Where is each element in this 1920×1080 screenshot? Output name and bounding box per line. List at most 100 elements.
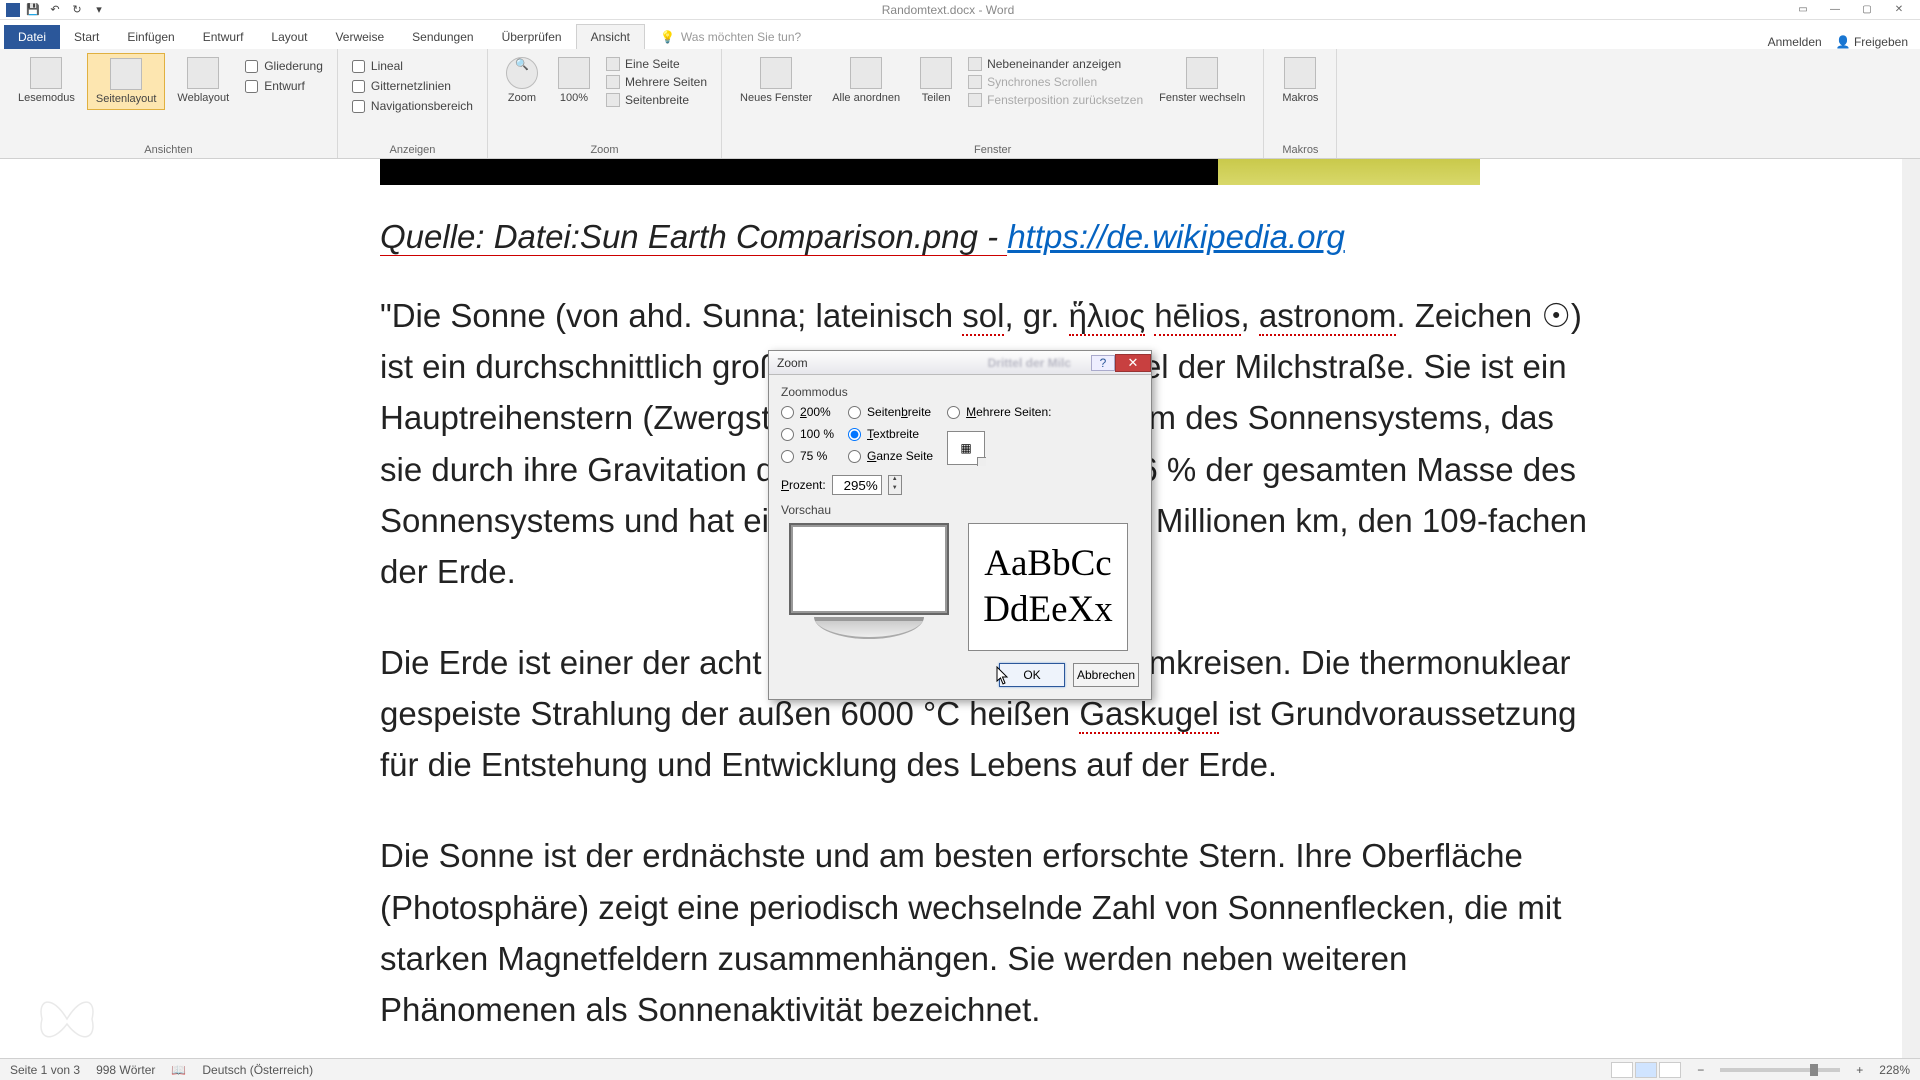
many-pages-picker[interactable]: ▦ [947, 431, 985, 465]
spinner-down-icon[interactable]: ▼ [889, 485, 901, 494]
view-print-icon[interactable] [1635, 1062, 1657, 1078]
macros-icon [1284, 57, 1316, 89]
redo-icon[interactable]: ↻ [68, 1, 86, 19]
close-icon[interactable]: ✕ [1884, 1, 1914, 19]
sync-scroll-icon [968, 75, 982, 89]
save-icon[interactable]: 💾 [24, 1, 42, 19]
read-mode-icon [30, 57, 62, 89]
view-web-icon[interactable] [1659, 1062, 1681, 1078]
one-page-icon [606, 57, 620, 71]
quick-access-toolbar: 💾 ↶ ↻ ▾ [0, 1, 108, 19]
qat-more-icon[interactable]: ▾ [90, 1, 108, 19]
status-language[interactable]: Deutsch (Österreich) [202, 1063, 313, 1077]
group-views-label: Ansichten [10, 142, 327, 156]
share-button[interactable]: 👤 Freigeben [1836, 35, 1908, 49]
dialog-titlebar[interactable]: Zoom Drittel der Milc ? ✕ [769, 351, 1151, 375]
tab-insert[interactable]: Einfügen [113, 25, 188, 49]
cancel-button[interactable]: Abbrechen [1073, 663, 1139, 687]
title-bar: 💾 ↶ ↻ ▾ Randomtext.docx - Word ▭ — ▢ ✕ [0, 0, 1920, 20]
split-icon [920, 57, 952, 89]
dialog-close-icon[interactable]: ✕ [1115, 354, 1151, 372]
status-bar: Seite 1 von 3 998 Wörter 📖 Deutsch (Öste… [0, 1058, 1920, 1080]
embedded-image[interactable] [380, 159, 1480, 185]
image-yellow-region [1218, 159, 1480, 185]
navpane-check[interactable]: Navigationsbereich [352, 99, 473, 113]
maximize-icon[interactable]: ▢ [1852, 1, 1882, 19]
percent-spinner[interactable]: ▲▼ [888, 475, 902, 495]
read-mode-button[interactable]: Lesemodus [10, 53, 83, 108]
group-macros-label: Makros [1274, 142, 1326, 156]
word-icon [6, 3, 20, 17]
status-spellcheck-icon[interactable]: 📖 [171, 1063, 186, 1077]
one-page-button[interactable]: Eine Seite [606, 57, 707, 71]
tab-design[interactable]: Entwurf [189, 25, 258, 49]
minimize-icon[interactable]: — [1820, 1, 1850, 19]
print-layout-button[interactable]: Seitenlayout [87, 53, 166, 110]
wikipedia-link-1[interactable]: https://de.wikipedia.org [1007, 218, 1345, 255]
web-layout-icon [187, 57, 219, 89]
percent-input[interactable] [832, 475, 882, 495]
undo-icon[interactable]: ↶ [46, 1, 64, 19]
radio-200[interactable]: 200% [781, 405, 834, 419]
multi-pages-button[interactable]: Mehrere Seiten [606, 75, 707, 89]
radio-whole-page[interactable]: Ganze Seite [848, 449, 933, 463]
split-button[interactable]: Teilen [912, 53, 960, 108]
radio-75[interactable]: 75 % [781, 449, 834, 463]
tab-start[interactable]: Start [60, 25, 113, 49]
dialog-help-icon[interactable]: ? [1091, 355, 1115, 371]
percent-label: Prozent: [781, 478, 826, 492]
image-black-region [380, 159, 1218, 185]
zoom-100-button[interactable]: 100% [550, 53, 598, 108]
page-width-button[interactable]: Seitenbreite [606, 93, 707, 107]
monitor-stand-icon [814, 617, 924, 639]
status-zoom[interactable]: 228% [1879, 1063, 1910, 1077]
group-views: Lesemodus Seitenlayout Weblayout Glieder… [0, 49, 338, 158]
ok-button[interactable]: OK [999, 663, 1065, 687]
tab-mailings[interactable]: Sendungen [398, 25, 487, 49]
switch-windows-button[interactable]: Fenster wechseln [1151, 53, 1253, 108]
outline-check[interactable]: Gliederung [245, 59, 323, 73]
preview-label: Vorschau [781, 503, 1139, 517]
status-page[interactable]: Seite 1 von 3 [10, 1063, 80, 1077]
reset-window-button: Fensterposition zurücksetzen [968, 93, 1143, 107]
tab-file[interactable]: Datei [4, 25, 60, 49]
tab-view[interactable]: Ansicht [576, 24, 645, 49]
status-words[interactable]: 998 Wörter [96, 1063, 155, 1077]
arrange-all-button[interactable]: Alle anordnen [824, 53, 908, 108]
new-window-button[interactable]: Neues Fenster [732, 53, 820, 108]
radio-page-width[interactable]: Seitenbreite [848, 405, 933, 419]
group-window: Neues Fenster Alle anordnen Teilen Neben… [722, 49, 1264, 158]
zoom-slider-thumb[interactable] [1810, 1064, 1818, 1076]
sample-text-box: AaBbCcDdEeXx [968, 523, 1128, 651]
zoom-out-icon[interactable]: − [1697, 1063, 1704, 1077]
radio-many-pages[interactable]: Mehrere Seiten: [947, 405, 1051, 419]
tell-me-search[interactable]: 💡 Was möchten Sie tun? [655, 25, 806, 49]
ribbon-options-icon[interactable]: ▭ [1788, 1, 1818, 19]
side-by-side-icon [968, 57, 982, 71]
tab-review[interactable]: Überprüfen [488, 25, 576, 49]
zoom-button[interactable]: 🔍Zoom [498, 53, 546, 108]
vertical-scrollbar[interactable] [1902, 159, 1920, 1058]
tab-references[interactable]: Verweise [321, 25, 398, 49]
ribbon: Lesemodus Seitenlayout Weblayout Glieder… [0, 49, 1920, 159]
radio-text-width[interactable]: Textbreite [848, 427, 933, 441]
draft-check[interactable]: Entwurf [245, 79, 323, 93]
tab-layout[interactable]: Layout [257, 25, 321, 49]
view-read-icon[interactable] [1611, 1062, 1633, 1078]
zoom-100-icon [558, 57, 590, 89]
gridlines-check[interactable]: Gitternetzlinien [352, 79, 473, 93]
web-layout-button[interactable]: Weblayout [169, 53, 237, 108]
arrange-all-icon [850, 57, 882, 89]
zoom-icon: 🔍 [506, 57, 538, 89]
zoom-slider[interactable] [1720, 1068, 1840, 1072]
dialog-body: Zoommodus 200% 100 % 75 % Seitenbreite T… [769, 375, 1151, 699]
signin-link[interactable]: Anmelden [1768, 35, 1822, 49]
macros-button[interactable]: Makros [1274, 53, 1326, 108]
ruler-check[interactable]: Lineal [352, 59, 473, 73]
spinner-up-icon[interactable]: ▲ [889, 476, 901, 485]
zoom-in-icon[interactable]: + [1856, 1063, 1863, 1077]
monitor-screen-icon [789, 523, 949, 615]
view-buttons [1611, 1062, 1681, 1078]
radio-100[interactable]: 100 % [781, 427, 834, 441]
side-by-side-button[interactable]: Nebeneinander anzeigen [968, 57, 1143, 71]
